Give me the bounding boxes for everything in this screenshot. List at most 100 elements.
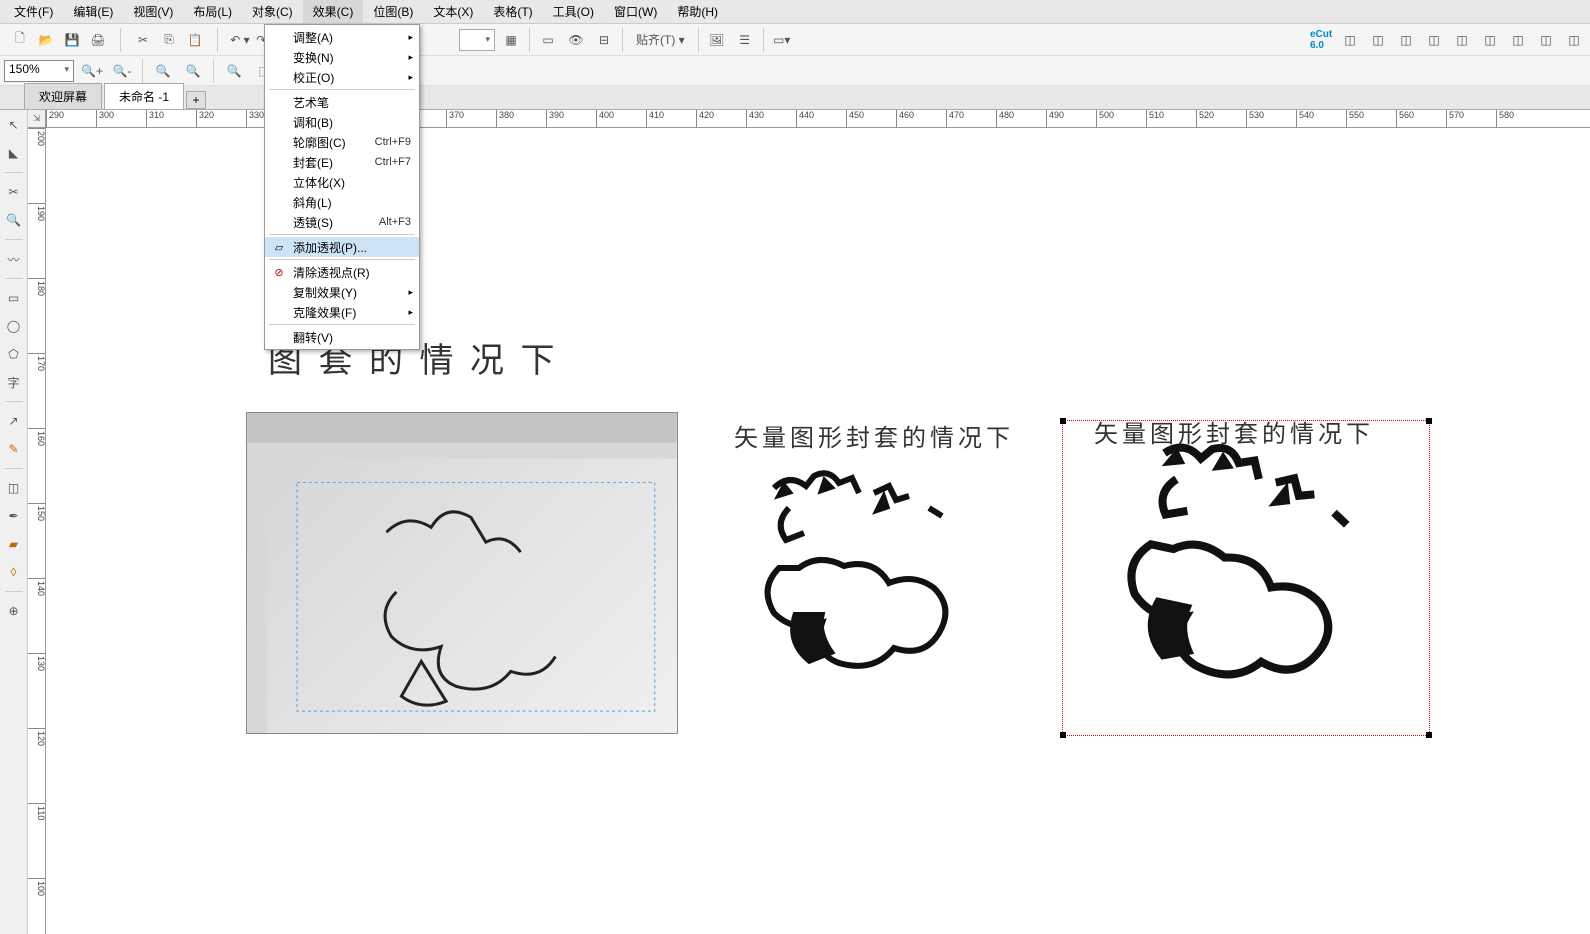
add-tool[interactable]: ⊕ xyxy=(3,600,25,622)
menu-b[interactable]: 位图(B) xyxy=(363,0,423,23)
menu-item[interactable]: 透镜(S)Alt+F3 xyxy=(265,212,419,232)
zoom-tool[interactable]: 🔍 xyxy=(3,209,25,231)
menu-item[interactable]: 封套(E)Ctrl+F7 xyxy=(265,152,419,172)
menu-o[interactable]: 工具(O) xyxy=(543,0,604,23)
menu-item[interactable]: 轮廓图(C)Ctrl+F9 xyxy=(265,132,419,152)
options-button-3[interactable]: ▭▾ xyxy=(770,28,794,52)
menu-w[interactable]: 窗口(W) xyxy=(604,0,667,23)
rectangle-tool[interactable]: ▭ xyxy=(3,287,25,309)
menu-f[interactable]: 文件(F) xyxy=(4,0,63,23)
undo-button[interactable]: ↶ ▾ xyxy=(228,28,252,52)
ruler-tick: 580 xyxy=(1496,110,1514,128)
menu-separator xyxy=(269,89,415,90)
snap-button[interactable]: 贴齐(T) ▾ xyxy=(629,28,692,52)
menu-item[interactable]: 清除透视点(R)⊘ xyxy=(265,262,419,282)
paste-button[interactable]: 📋 xyxy=(183,28,207,52)
menu-item-label: 调和(B) xyxy=(293,114,333,131)
menu-c[interactable]: 对象(C) xyxy=(242,0,303,23)
options-button-1[interactable]: 🖼 xyxy=(705,28,729,52)
plugin-btn-3[interactable]: ◫ xyxy=(1394,28,1418,52)
ruler-tick: 390 xyxy=(546,110,564,128)
view-button-1[interactable]: ▭ xyxy=(536,28,560,52)
zoom-selection-icon[interactable]: 🔍 xyxy=(181,59,205,83)
zoom-page-icon[interactable]: 🔍 xyxy=(222,59,246,83)
menu-v[interactable]: 视图(V) xyxy=(123,0,183,23)
view-button-2[interactable]: 👁 xyxy=(564,28,588,52)
plugin-btn-9[interactable]: ◫ xyxy=(1562,28,1586,52)
menu-item[interactable]: 克隆效果(F)▸ xyxy=(265,302,419,322)
crop-tool[interactable]: ✂ xyxy=(3,181,25,203)
menu-x[interactable]: 文本(X) xyxy=(423,0,483,23)
freehand-tool[interactable]: 〰 xyxy=(3,248,25,270)
dimension-tool[interactable]: ↗ xyxy=(3,410,25,432)
menu-item[interactable]: 变换(N)▸ xyxy=(265,47,419,67)
plugin-btn-2[interactable]: ◫ xyxy=(1366,28,1390,52)
shape-tool[interactable]: ◣ xyxy=(3,142,25,164)
menu-item[interactable]: 复制效果(Y)▸ xyxy=(265,282,419,302)
ruler-tick: 370 xyxy=(446,110,464,128)
print-button[interactable]: 🖨 xyxy=(86,28,110,52)
pick-tool[interactable]: ↖ xyxy=(3,114,25,136)
menu-h[interactable]: 帮助(H) xyxy=(667,0,728,23)
clear-icon: ⊘ xyxy=(271,264,287,280)
zoom-level-input[interactable]: 150% xyxy=(4,60,74,82)
effects-tool[interactable]: ◫ xyxy=(3,477,25,499)
plugin-btn-4[interactable]: ◫ xyxy=(1422,28,1446,52)
plugin-btn-8[interactable]: ◫ xyxy=(1534,28,1558,52)
copy-button[interactable]: ⎘ xyxy=(157,28,181,52)
ruler-tick: 500 xyxy=(1096,110,1114,128)
plugin-btn-1[interactable]: ◫ xyxy=(1338,28,1362,52)
plugin-btn-6[interactable]: ◫ xyxy=(1478,28,1502,52)
cut-button[interactable]: ✂ xyxy=(131,28,155,52)
vector-artwork-2-selected[interactable] xyxy=(1062,420,1430,736)
embedded-bitmap[interactable] xyxy=(246,412,678,734)
eyedropper-tool[interactable]: ✒ xyxy=(3,505,25,527)
outline-tool[interactable]: ◊ xyxy=(3,561,25,583)
ruler-origin[interactable]: ⇲ xyxy=(28,110,46,128)
menu-item[interactable]: 艺术笔 xyxy=(265,92,419,112)
save-file-button[interactable]: 💾 xyxy=(60,28,84,52)
menu-item[interactable]: 添加透视(P)...▱ xyxy=(265,237,419,257)
menu-item[interactable]: 调整(A)▸ xyxy=(265,27,419,47)
polygon-tool[interactable]: ⬠ xyxy=(3,343,25,365)
options-button-2[interactable]: ☰ xyxy=(733,28,757,52)
zoom-out-icon[interactable]: 🔍- xyxy=(110,59,134,83)
ruler-tick: 200 xyxy=(28,128,46,146)
document-tabs: 欢迎屏幕未命名 -1+ xyxy=(0,86,1590,110)
ruler-tick: 140 xyxy=(28,578,46,596)
ruler-vertical: 2001901801701601501401301201101009080 xyxy=(28,128,46,934)
vector-artwork-1[interactable] xyxy=(734,458,1014,688)
new-file-button[interactable]: 🗋 xyxy=(8,28,32,52)
ecut-plugin-icon[interactable]: eCut 6.0 xyxy=(1310,28,1334,52)
menu-item[interactable]: 翻转(V) xyxy=(265,327,419,347)
ruler-tick: 420 xyxy=(696,110,714,128)
ruler-tick: 100 xyxy=(28,878,46,896)
document-tab[interactable]: 未命名 -1 xyxy=(104,83,184,109)
heading-text-2[interactable]: 矢量图形封套的情况下 xyxy=(734,418,1014,453)
menu-c[interactable]: 效果(C) xyxy=(303,0,364,23)
connector-tool[interactable]: ✎ xyxy=(3,438,25,460)
ellipse-tool[interactable]: ◯ xyxy=(3,315,25,337)
menu-item-label: 翻转(V) xyxy=(293,329,333,346)
menu-item[interactable]: 斜角(L) xyxy=(265,192,419,212)
new-tab-button[interactable]: + xyxy=(186,91,206,109)
menu-item[interactable]: 调和(B) xyxy=(265,112,419,132)
plugin-btn-7[interactable]: ◫ xyxy=(1506,28,1530,52)
zoom-in-icon[interactable]: 🔍+ xyxy=(80,59,104,83)
view-button-3[interactable]: ⊟ xyxy=(592,28,616,52)
document-tab[interactable]: 欢迎屏幕 xyxy=(24,83,102,109)
zoom-fit-icon[interactable]: 🔍 xyxy=(151,59,175,83)
fill-tool[interactable]: ▰ xyxy=(3,533,25,555)
unit-dropdown[interactable] xyxy=(459,29,495,51)
menu-t[interactable]: 表格(T) xyxy=(483,0,542,23)
menu-item[interactable]: 立体化(X) xyxy=(265,172,419,192)
plugin-btn-5[interactable]: ◫ xyxy=(1450,28,1474,52)
ruler-tick: 110 xyxy=(28,803,46,820)
text-tool[interactable]: 字 xyxy=(3,371,25,393)
grid-button[interactable]: ▦ xyxy=(499,28,523,52)
menu-l[interactable]: 布局(L) xyxy=(183,0,242,23)
open-file-button[interactable]: 📂 xyxy=(34,28,58,52)
menu-item[interactable]: 校正(O)▸ xyxy=(265,67,419,87)
menu-e[interactable]: 编辑(E) xyxy=(63,0,123,23)
canvas-area[interactable]: ⇲ 29030031032033034035036037038039040041… xyxy=(28,110,1590,934)
